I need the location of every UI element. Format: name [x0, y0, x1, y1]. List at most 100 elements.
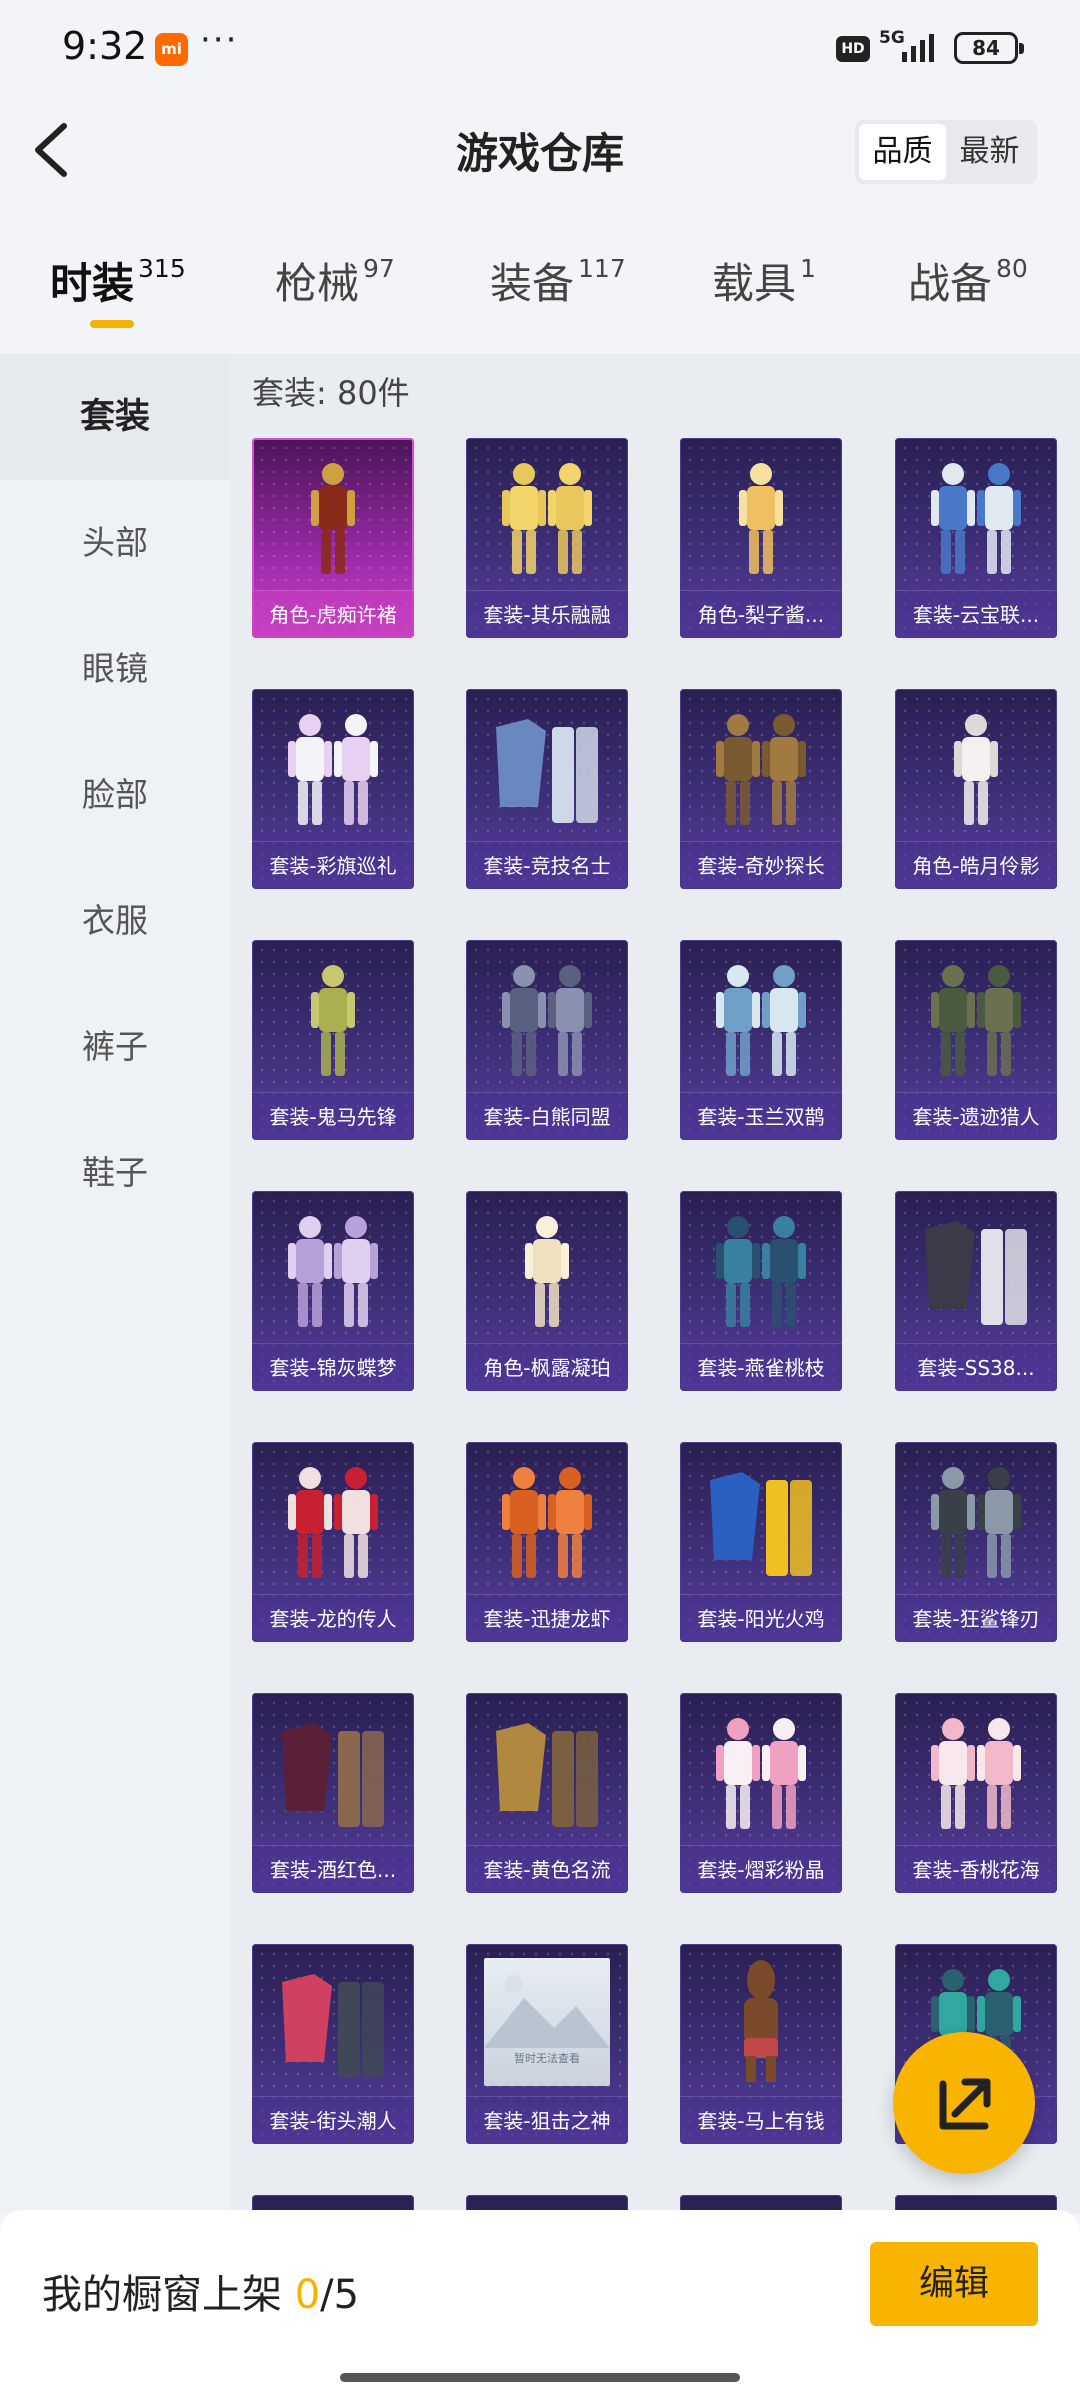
item-card[interactable]: 套装-狂鲨锋刃 [895, 1442, 1057, 1642]
back-icon[interactable] [28, 120, 78, 180]
sort-by-latest[interactable]: 最新 [946, 124, 1033, 180]
sort-by-quality[interactable]: 品质 [859, 124, 946, 180]
tab-count: 117 [578, 254, 626, 283]
item-name: 套装-奇妙探长 [680, 841, 842, 889]
category-tabs: 时装 315 枪械 97 装备 117 载具 1 战备 80 [0, 250, 1080, 340]
sidebar-item-glasses[interactable]: 眼镜 [0, 606, 230, 732]
share-icon [939, 2078, 991, 2130]
sidebar-item-clothes[interactable]: 衣服 [0, 858, 230, 984]
item-card[interactable]: 套装-龙的传人 [252, 1442, 414, 1642]
item-name: 套装-彩旗巡礼 [252, 841, 414, 889]
outfit-image [716, 1718, 806, 1829]
item-card[interactable]: 套装-街头潮人 [252, 1944, 414, 2144]
sidebar-item-head[interactable]: 头部 [0, 480, 230, 606]
item-card[interactable]: 套装-锦灰蝶梦 [252, 1191, 414, 1391]
item-name: 套装-云宝联... [895, 590, 1057, 638]
item-card[interactable]: 暂时无法查看 套装-狙击之神 [466, 1944, 628, 2144]
item-card[interactable]: 套装-熠彩粉晶 [680, 1693, 842, 1893]
tab-label: 枪械 [275, 259, 360, 308]
tab-supplies[interactable]: 战备 80 [908, 250, 1028, 311]
item-card[interactable]: 套装-燕雀桃枝 [680, 1191, 842, 1391]
outfit-image [931, 1718, 1021, 1829]
item-name: 套装-龙的传人 [252, 1594, 414, 1642]
showcase-current-count: 0 [294, 2272, 321, 2318]
sidebar-item-suits[interactable]: 套装 [0, 354, 230, 480]
outfit-image [744, 1960, 778, 2082]
outfit-image [739, 463, 783, 574]
item-name: 套装-玉兰双鹊 [680, 1092, 842, 1140]
tab-label: 装备 [490, 259, 575, 308]
item-name: 套装-鬼马先锋 [252, 1092, 414, 1140]
item-card[interactable]: 角色-枫露凝珀 [466, 1191, 628, 1391]
item-card[interactable]: 套装-遗迹猎人 [895, 940, 1057, 1140]
outfit-image [525, 1216, 569, 1327]
active-tab-indicator [90, 320, 134, 328]
outfit-image [716, 714, 806, 825]
item-card[interactable]: 套装-迅捷龙虾 [466, 1442, 628, 1642]
item-card[interactable]: 套装-阳光火鸡 [680, 1442, 842, 1642]
item-card[interactable]: 套装-奇妙探长 [680, 689, 842, 889]
item-name: 套装-迅捷龙虾 [466, 1594, 628, 1642]
outfit-image [925, 1221, 1027, 1325]
outfit-image [931, 1467, 1021, 1578]
item-name: 套装-香桃花海 [895, 1845, 1057, 1893]
outfit-image [496, 1723, 598, 1827]
item-card[interactable]: 套装-香桃花海 [895, 1693, 1057, 1893]
item-card[interactable]: 套装-其乐融融 [466, 438, 628, 638]
status-time: 9:32 [62, 24, 148, 68]
status-bar: 9:32 mi ··· HD 5G 84 [0, 0, 1080, 96]
item-card[interactable]: 角色-虎痴许褚 [252, 438, 414, 638]
outfit-image [282, 1723, 384, 1827]
item-name: 套装-马上有钱 [680, 2096, 842, 2144]
item-name: 套装-街头潮人 [252, 2096, 414, 2144]
item-card[interactable]: 套装-马上有钱 [680, 1944, 842, 2144]
sidebar-item-pants[interactable]: 裤子 [0, 984, 230, 1110]
bottom-bar: 我的橱窗上架 0/5 编辑 [0, 2210, 1080, 2400]
sidebar-item-face[interactable]: 脸部 [0, 732, 230, 858]
item-card[interactable]: 套装-玉兰双鹊 [680, 940, 842, 1140]
item-name: 套装-狂鲨锋刃 [895, 1594, 1057, 1642]
item-name: 套装-白熊同盟 [466, 1092, 628, 1140]
item-card[interactable]: 套装-SS38... [895, 1191, 1057, 1391]
more-notifications-icon: ··· [200, 20, 239, 60]
item-name: 角色-梨子酱... [680, 590, 842, 638]
showcase-label: 我的橱窗上架 [42, 2272, 282, 2318]
outfit-image [311, 463, 355, 574]
image-unavailable-placeholder: 暂时无法查看 [484, 1958, 610, 2086]
tab-vehicles[interactable]: 载具 1 [712, 250, 816, 311]
battery-level: 84 [972, 36, 1000, 60]
item-name: 套装-阳光火鸡 [680, 1594, 842, 1642]
outfit-image [288, 714, 378, 825]
outfit-image [502, 1467, 592, 1578]
tab-firearms[interactable]: 枪械 97 [275, 250, 395, 311]
item-card[interactable]: 套装-竞技名士 [466, 689, 628, 889]
item-card[interactable]: 套装-酒红色... [252, 1693, 414, 1893]
edit-button[interactable]: 编辑 [870, 2242, 1038, 2326]
item-name: 角色-皓月伶影 [895, 841, 1057, 889]
item-card[interactable]: 角色-梨子酱... [680, 438, 842, 638]
item-name: 套装-熠彩粉晶 [680, 1845, 842, 1893]
item-name: 套装-SS38... [895, 1343, 1057, 1391]
mountain-icon [484, 1975, 610, 2048]
item-card[interactable]: 角色-皓月伶影 [895, 689, 1057, 889]
outfit-image [496, 719, 598, 823]
tab-fashion[interactable]: 时装 315 [50, 250, 186, 311]
item-card[interactable]: 套装-黄色名流 [466, 1693, 628, 1893]
sort-toggle: 品质 最新 [855, 120, 1037, 184]
placeholder-text: 暂时无法查看 [514, 2052, 580, 2065]
game-warehouse-screen: 9:32 mi ··· HD 5G 84 游戏仓库 品质 最新 时装 315 枪械… [0, 0, 1080, 2400]
item-card[interactable]: 套装-云宝联... [895, 438, 1057, 638]
battery-icon: 84 [954, 32, 1024, 64]
item-card[interactable]: 套装-鬼马先锋 [252, 940, 414, 1140]
outfit-image [931, 965, 1021, 1076]
tab-equipment[interactable]: 装备 117 [490, 250, 626, 311]
item-name: 套装-燕雀桃枝 [680, 1343, 842, 1391]
outfit-image [502, 965, 592, 1076]
sidebar-item-shoes[interactable]: 鞋子 [0, 1110, 230, 1236]
item-name: 套装-遗迹猎人 [895, 1092, 1057, 1140]
item-card[interactable]: 套装-彩旗巡礼 [252, 689, 414, 889]
home-indicator[interactable] [340, 2373, 740, 2382]
tab-label: 载具 [712, 259, 797, 308]
item-card[interactable]: 套装-白熊同盟 [466, 940, 628, 1140]
share-button[interactable] [893, 2032, 1035, 2174]
